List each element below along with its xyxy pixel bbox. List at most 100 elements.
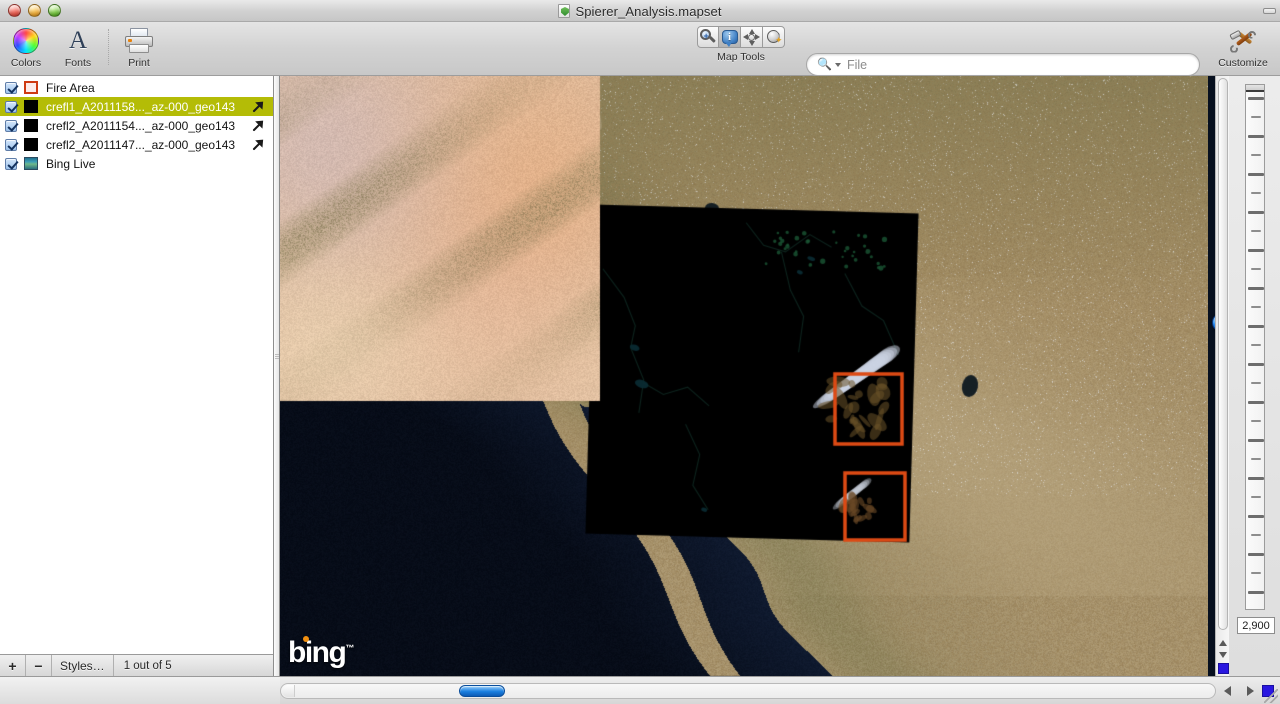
remove-layer-button[interactable]: − bbox=[26, 655, 52, 676]
layer-color-swatch[interactable] bbox=[24, 119, 38, 132]
layer-visibility-checkbox[interactable] bbox=[5, 82, 17, 94]
fonts-label: Fonts bbox=[65, 57, 91, 69]
scale-tick bbox=[1248, 211, 1264, 214]
map-view[interactable]: bing™ bbox=[280, 76, 1228, 676]
four-arrows-pan-icon bbox=[743, 29, 760, 46]
pan-tool-button[interactable] bbox=[741, 26, 763, 48]
layer-row-crefl2-a2011154[interactable]: crefl2_A2011154..._az-000_geo143 bbox=[0, 116, 273, 135]
layer-row-crefl1[interactable]: crefl1_A2011158..._az-000_geo143 bbox=[0, 97, 273, 116]
info-bubble-icon: i bbox=[722, 30, 738, 44]
customize-button[interactable]: Customize bbox=[1212, 26, 1274, 69]
scale-tick bbox=[1248, 135, 1264, 138]
layer-row-fire-area[interactable]: Fire Area bbox=[0, 78, 273, 97]
search-magnifier-icon: 🔍 bbox=[817, 57, 832, 72]
window-resize-indicator[interactable] bbox=[1263, 8, 1276, 14]
scale-tick bbox=[1251, 116, 1261, 118]
title-bar: Spierer_Analysis.mapset bbox=[0, 0, 1280, 22]
application-window: Spierer_Analysis.mapset Colors A Fonts bbox=[0, 0, 1280, 704]
layer-visibility-checkbox[interactable] bbox=[5, 120, 17, 132]
external-link-icon[interactable] bbox=[252, 138, 265, 151]
bing-attribution-logo: bing™ bbox=[288, 633, 354, 668]
external-link-icon[interactable] bbox=[252, 119, 265, 132]
layer-visibility-checkbox[interactable] bbox=[5, 158, 17, 170]
fonts-button[interactable]: A Fonts bbox=[52, 22, 104, 69]
scale-tick bbox=[1248, 553, 1264, 556]
map-tools-group: + i ✦ Map Tools bbox=[697, 26, 785, 63]
map-scale-slider[interactable] bbox=[1245, 84, 1265, 610]
add-layer-button[interactable]: + bbox=[0, 655, 26, 676]
scroll-up-arrow-icon[interactable] bbox=[1218, 637, 1228, 648]
scroll-right-arrow-icon[interactable] bbox=[1247, 686, 1254, 696]
scale-rail: 2,900 bbox=[1228, 76, 1280, 676]
layers-sidebar: Fire Area crefl1_A2011158..._az-000_geo1… bbox=[0, 76, 274, 676]
scale-tick bbox=[1251, 154, 1261, 156]
chevron-down-icon[interactable] bbox=[835, 63, 841, 67]
map-horizontal-scrollbar[interactable] bbox=[280, 683, 1216, 699]
scale-tick bbox=[1251, 420, 1261, 422]
scale-tick bbox=[1251, 230, 1261, 232]
rotate-globe-icon: ✦ bbox=[766, 29, 782, 45]
mapset-document-icon bbox=[558, 4, 570, 18]
window-title: Spierer_Analysis.mapset bbox=[575, 4, 721, 19]
search-field[interactable]: 🔍 bbox=[806, 53, 1200, 76]
scale-value-field[interactable]: 2,900 bbox=[1237, 617, 1275, 634]
layer-color-swatch[interactable] bbox=[24, 81, 38, 94]
horizontal-scroll-arrows bbox=[1216, 683, 1262, 699]
layer-list[interactable]: Fire Area crefl1_A2011158..._az-000_geo1… bbox=[0, 76, 273, 654]
scale-tick bbox=[1248, 439, 1264, 442]
zoom-tool-button[interactable]: + bbox=[697, 26, 719, 48]
scale-tick bbox=[1251, 344, 1261, 346]
layer-visibility-checkbox[interactable] bbox=[5, 101, 17, 113]
zoom-button[interactable] bbox=[48, 4, 61, 17]
layer-row-crefl2-a2011147[interactable]: crefl2_A2011147..._az-000_geo143 bbox=[0, 135, 273, 154]
scroll-down-arrow-icon[interactable] bbox=[1218, 649, 1228, 660]
scroll-left-arrow-icon[interactable] bbox=[1224, 686, 1231, 696]
colors-label: Colors bbox=[11, 57, 41, 69]
layer-count-label: 1 out of 5 bbox=[114, 655, 172, 676]
scale-tick bbox=[1251, 382, 1261, 384]
layer-name-label: Bing Live bbox=[46, 157, 273, 171]
scroll-corner-button[interactable] bbox=[1218, 663, 1229, 674]
layer-color-swatch[interactable] bbox=[24, 157, 38, 170]
customize-label: Customize bbox=[1218, 57, 1268, 69]
scale-tick bbox=[1248, 325, 1264, 328]
scale-tick bbox=[1248, 363, 1264, 366]
horizontal-scroll-left-cap[interactable] bbox=[282, 685, 295, 697]
scale-tick bbox=[1248, 173, 1264, 176]
colors-button[interactable]: Colors bbox=[0, 22, 52, 69]
layer-color-swatch[interactable] bbox=[24, 138, 38, 151]
horizontal-scroll-thumb[interactable] bbox=[459, 685, 505, 697]
print-label: Print bbox=[128, 57, 150, 69]
rotate-tool-button[interactable]: ✦ bbox=[763, 26, 785, 48]
hammer-wrench-icon bbox=[1229, 26, 1257, 55]
info-tool-button[interactable]: i bbox=[719, 26, 741, 48]
layer-visibility-checkbox[interactable] bbox=[5, 139, 17, 151]
external-link-icon[interactable] bbox=[252, 100, 265, 113]
layer-name-label: Fire Area bbox=[46, 81, 273, 95]
scale-tick bbox=[1251, 268, 1261, 270]
scale-slider-head[interactable] bbox=[1246, 85, 1264, 92]
map-vertical-scrollbar[interactable] bbox=[1215, 76, 1229, 676]
color-wheel-icon bbox=[13, 26, 39, 55]
scale-tick bbox=[1248, 249, 1264, 252]
scale-tick bbox=[1248, 515, 1264, 518]
scale-tick bbox=[1248, 97, 1264, 100]
map-tools-segmented-control: + i ✦ bbox=[697, 26, 785, 48]
styles-button[interactable]: Styles… bbox=[52, 655, 114, 676]
window-grow-box[interactable] bbox=[1264, 689, 1278, 703]
window-body: Fire Area crefl1_A2011158..._az-000_geo1… bbox=[0, 76, 1280, 676]
layer-color-swatch[interactable] bbox=[24, 100, 38, 113]
close-button[interactable] bbox=[8, 4, 21, 17]
window-title-block: Spierer_Analysis.mapset bbox=[0, 0, 1280, 22]
toolbar-separator bbox=[108, 29, 109, 65]
scale-tick bbox=[1248, 477, 1264, 480]
search-input[interactable] bbox=[847, 58, 1189, 72]
layer-row-bing-live[interactable]: Bing Live bbox=[0, 154, 273, 173]
vertical-scroll-thumb[interactable] bbox=[1218, 78, 1228, 630]
minimize-button[interactable] bbox=[28, 4, 41, 17]
print-button[interactable]: Print bbox=[113, 22, 165, 69]
scale-tick bbox=[1248, 401, 1264, 404]
map-canvas[interactable] bbox=[280, 76, 1208, 676]
scale-tick bbox=[1251, 458, 1261, 460]
scale-tick bbox=[1251, 306, 1261, 308]
